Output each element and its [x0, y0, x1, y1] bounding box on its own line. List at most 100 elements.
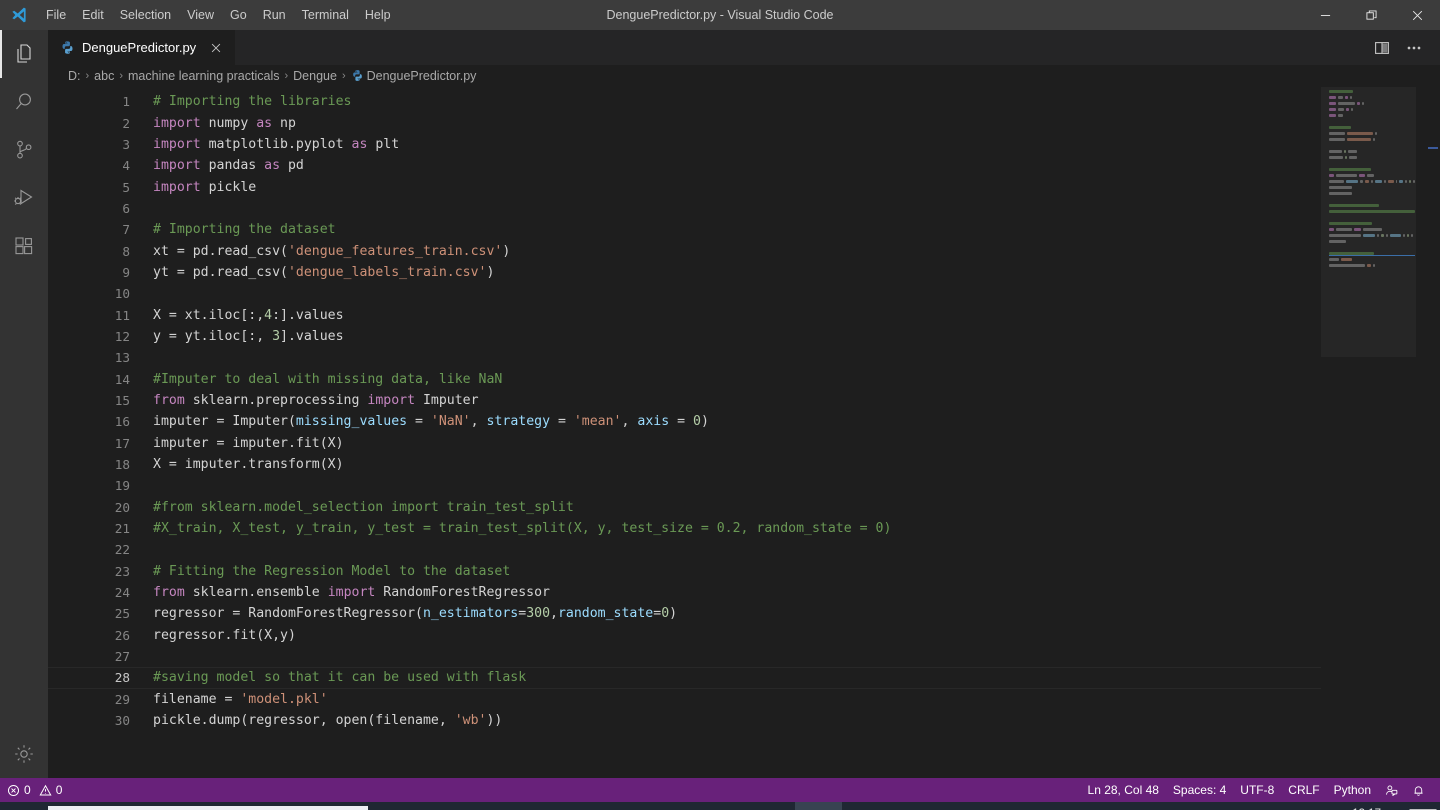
code-line[interactable]: 10: [48, 283, 1321, 304]
sidebar-item-source-control[interactable]: [0, 126, 48, 174]
sidebar-item-run-and-debug[interactable]: [0, 174, 48, 222]
minimap-line: [1329, 108, 1415, 112]
microsoft-store-button[interactable]: [560, 802, 607, 810]
code-line[interactable]: 18 X = imputer.transform(X): [48, 454, 1321, 475]
breadcrumb-dengue[interactable]: Dengue: [293, 69, 337, 83]
manage-settings-button[interactable]: [0, 730, 48, 778]
code-line[interactable]: 12 y = yt.iloc[:, 3].values: [48, 326, 1321, 347]
menu-help[interactable]: Help: [357, 0, 399, 30]
text-editor[interactable]: 1 # Importing the libraries 2 import numpy …: [48, 87, 1440, 778]
breadcrumb[interactable]: D: › abc › machine learning practicals ›…: [48, 65, 1440, 87]
indentation-status[interactable]: Spaces: 4: [1166, 778, 1233, 802]
minimap-line: [1329, 240, 1415, 244]
code-line[interactable]: 4 import pandas as pd: [48, 155, 1321, 176]
minimap-line: [1329, 216, 1415, 220]
breadcrumb-file[interactable]: DenguePredictor.py: [351, 69, 476, 83]
breadcrumb-abc[interactable]: abc: [94, 69, 114, 83]
status-bar-left: 0 0: [0, 778, 69, 802]
sidebar-item-search[interactable]: [0, 78, 48, 126]
encoding-status[interactable]: UTF-8: [1233, 778, 1281, 802]
action-center-button[interactable]: 5: [1406, 802, 1440, 810]
code-line[interactable]: 27: [48, 646, 1321, 667]
code-line[interactable]: 1 # Importing the libraries: [48, 91, 1321, 112]
code-line[interactable]: 25 regressor = RandomForestRegressor(n_es…: [48, 603, 1321, 624]
mail-button[interactable]: [654, 802, 701, 810]
split-editor-right-button[interactable]: [1368, 34, 1396, 62]
notifications-bell-button[interactable]: [1405, 778, 1432, 802]
code-line[interactable]: 24 from sklearn.ensemble import RandomFor…: [48, 582, 1321, 603]
task-view-button[interactable]: [419, 802, 466, 810]
code-line[interactable]: 5 import pickle: [48, 176, 1321, 197]
more-actions-button[interactable]: [1400, 34, 1428, 62]
language-mode-status[interactable]: Python: [1327, 778, 1378, 802]
tab-close-button[interactable]: [207, 39, 225, 57]
code-text: from sklearn.preprocessing import Impute…: [153, 392, 479, 408]
code-line[interactable]: 28 #saving model so that it can be used w…: [48, 667, 1321, 689]
start-button[interactable]: [0, 802, 48, 810]
menu-run[interactable]: Run: [255, 0, 294, 30]
predator-sense-button[interactable]: [607, 802, 654, 810]
minimap-line: [1329, 96, 1415, 100]
menu-view[interactable]: View: [179, 0, 222, 30]
editor-scrollbar[interactable]: [1426, 87, 1440, 778]
show-hidden-icons-button[interactable]: [1179, 802, 1205, 810]
close-button[interactable]: [1394, 0, 1440, 30]
minimap-line: [1329, 150, 1415, 154]
code-line[interactable]: 22: [48, 539, 1321, 560]
code-line[interactable]: 30 pickle.dump(regressor, open(filename, …: [48, 710, 1321, 731]
menu-go[interactable]: Go: [222, 0, 255, 30]
sidebar-item-explorer[interactable]: [0, 30, 48, 78]
minimap-line: [1329, 228, 1415, 232]
menu-selection[interactable]: Selection: [112, 0, 179, 30]
visual-studio-code-button[interactable]: [795, 802, 842, 810]
menu-file[interactable]: File: [38, 0, 74, 30]
problems-status[interactable]: 0 0: [0, 778, 69, 802]
file-explorer-button[interactable]: [513, 802, 560, 810]
menu-terminal[interactable]: Terminal: [294, 0, 357, 30]
line-number: 2: [122, 115, 130, 131]
network-button[interactable]: [1231, 802, 1257, 810]
code-line[interactable]: 21 #X_train, X_test, y_train, y_test = tr…: [48, 518, 1321, 539]
code-line[interactable]: 14 #Imputer to deal with missing data, li…: [48, 368, 1321, 389]
code-line[interactable]: 15 from sklearn.preprocessing import Impu…: [48, 390, 1321, 411]
breadcrumb-ml-practicals[interactable]: machine learning practicals: [128, 69, 279, 83]
code-line[interactable]: 8 xt = pd.read_csv('dengue_features_train…: [48, 240, 1321, 261]
code-line[interactable]: 3 import matplotlib.pyplot as plt: [48, 134, 1321, 155]
cortana-button[interactable]: [372, 802, 419, 810]
code-line[interactable]: 2 import numpy as np: [48, 112, 1321, 133]
menu-edit[interactable]: Edit: [74, 0, 112, 30]
microsoft-edge-button[interactable]: [466, 802, 513, 810]
cursor-position[interactable]: Ln 28, Col 48: [1081, 778, 1166, 802]
line-number: 14: [114, 371, 130, 387]
code-lines[interactable]: 1 # Importing the libraries 2 import numpy …: [48, 87, 1321, 778]
menu-bar[interactable]: File Edit Selection View Go Run Terminal…: [38, 0, 399, 30]
code-line[interactable]: 7 # Importing the dataset: [48, 219, 1321, 240]
code-line[interactable]: 26 regressor.fit(X,y): [48, 625, 1321, 646]
minimize-button[interactable]: [1302, 0, 1348, 30]
battery-button[interactable]: [1205, 802, 1231, 810]
restore-button[interactable]: [1348, 0, 1394, 30]
code-line[interactable]: 29 filename = 'model.pkl': [48, 689, 1321, 710]
sidebar-item-extensions[interactable]: [0, 222, 48, 270]
code-text: y = yt.iloc[:, 3].values: [153, 328, 344, 344]
google-chrome-button[interactable]: [701, 802, 748, 810]
code-line[interactable]: 16 imputer = Imputer(missing_values = 'Na…: [48, 411, 1321, 432]
search-input[interactable]: Type here to search: [48, 806, 368, 810]
code-line[interactable]: 13: [48, 347, 1321, 368]
code-line[interactable]: 20 #from sklearn.model_selection import t…: [48, 497, 1321, 518]
blender-button[interactable]: [748, 802, 795, 810]
code-line[interactable]: 23 # Fitting the Regression Model to the …: [48, 561, 1321, 582]
code-line[interactable]: 11 X = xt.iloc[:,4:].values: [48, 304, 1321, 325]
live-share-button[interactable]: [1378, 778, 1405, 802]
code-text: pickle.dump(regressor, open(filename, 'w…: [153, 713, 503, 729]
code-line[interactable]: 9 yt = pd.read_csv('dengue_labels_train.c…: [48, 262, 1321, 283]
tab-dengue-predictor[interactable]: DenguePredictor.py: [48, 30, 237, 65]
breadcrumb-drive[interactable]: D:: [68, 69, 81, 83]
volume-button[interactable]: [1257, 802, 1283, 810]
code-line[interactable]: 19: [48, 475, 1321, 496]
line-endings-status[interactable]: CRLF: [1281, 778, 1326, 802]
clock[interactable]: 13:17 26-03-2020: [1327, 802, 1406, 810]
code-line[interactable]: 6: [48, 198, 1321, 219]
code-line[interactable]: 17 imputer = imputer.fit(X): [48, 433, 1321, 454]
minimap[interactable]: [1321, 87, 1426, 778]
